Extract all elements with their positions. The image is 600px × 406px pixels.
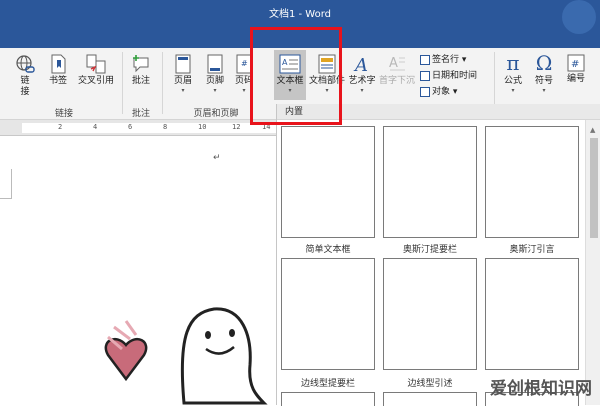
textbox-gallery: 内置 简单文本框 奥斯汀提要栏 奥斯汀引言 边线型提要栏 边线型引述 ▲ <box>276 104 600 406</box>
gallery-item-label: 奥斯汀引言 <box>509 245 555 255</box>
calendar-icon <box>420 70 430 81</box>
document-canvas[interactable]: ↵ <box>0 137 276 405</box>
number-label: 编号 <box>566 74 585 84</box>
link-label: 链 接 <box>20 76 30 97</box>
horizontal-ruler: 2 4 6 8 10 12 14 <box>0 120 276 136</box>
footer-button[interactable]: 页脚 ▾ <box>200 54 230 94</box>
scrollbar-thumb[interactable] <box>590 138 598 238</box>
object-button[interactable]: 对象 ▾ <box>420 85 457 100</box>
bookmark-icon <box>51 54 66 74</box>
link-button[interactable]: 链 接 <box>10 54 40 98</box>
chevron-down-icon: ▾ <box>213 87 217 94</box>
comments-group-label: 批注 <box>131 109 150 119</box>
equation-button[interactable]: π 公式 ▾ <box>498 52 528 94</box>
chevron-down-icon: ▾ <box>542 87 546 94</box>
gallery-item-austin-sidebar[interactable] <box>383 126 477 238</box>
bookmark-label: 书签 <box>48 76 67 86</box>
gallery-item-label: 简单文本框 <box>305 245 351 255</box>
ruler-mark: 12 <box>232 123 241 131</box>
window-title: 文档1 - Word <box>268 9 332 20</box>
svg-text:A: A <box>353 55 368 74</box>
page-margin-corner <box>0 169 12 199</box>
object-icon <box>420 86 430 97</box>
wordart-button[interactable]: A 艺术字 ▾ <box>346 54 378 94</box>
gallery-item-banded-quote[interactable] <box>383 258 477 370</box>
symbol-label: 符号 <box>534 76 553 86</box>
cross-reference-label: 交叉引用 <box>77 76 114 86</box>
number-icon: # <box>567 54 585 72</box>
chevron-down-icon: ▾ <box>511 87 515 94</box>
chevron-down-icon: ▾ <box>459 55 467 65</box>
footer-icon <box>207 54 223 74</box>
wordart-icon: A <box>353 55 368 74</box>
svg-text:#: # <box>571 59 579 70</box>
drop-cap-button[interactable]: A 首字下沉 <box>378 54 416 87</box>
equation-label: 公式 <box>503 76 522 86</box>
scroll-up-icon[interactable]: ▲ <box>590 126 595 134</box>
globe-link-icon <box>16 55 35 73</box>
gallery-item-banded-sidebar[interactable] <box>281 258 375 370</box>
account-avatar[interactable] <box>562 0 596 34</box>
date-time-label: 日期和时间 <box>432 71 478 81</box>
paragraph-mark: ↵ <box>213 153 221 163</box>
cross-reference-icon <box>86 54 106 74</box>
gallery-item[interactable] <box>383 392 477 406</box>
pi-icon: π <box>506 51 520 75</box>
omega-icon: Ω <box>535 51 553 75</box>
number-button[interactable]: # 编号 <box>562 54 590 85</box>
footer-label: 页脚 <box>205 76 224 86</box>
cartoon-sticker <box>104 307 268 405</box>
header-icon <box>175 54 191 74</box>
signature-line-icon <box>420 54 430 65</box>
highlight-box <box>250 27 342 125</box>
drop-cap-label: 首字下沉 <box>378 76 415 86</box>
watermark: 爱创根知识网 <box>490 379 592 399</box>
gallery-item-austin-quote[interactable] <box>485 126 579 238</box>
gallery-scrollbar[interactable]: ▲ <box>585 120 600 405</box>
gallery-item-label: 边线型引述 <box>407 379 453 389</box>
gallery-item[interactable] <box>281 392 375 406</box>
symbol-button[interactable]: Ω 符号 ▾ <box>530 52 558 94</box>
comment-icon <box>133 55 149 73</box>
gallery-item-simple-textbox[interactable] <box>281 126 375 238</box>
ruler-mark: 2 <box>58 123 63 131</box>
ruler-mark: 8 <box>163 123 168 131</box>
links-group-label: 链接 <box>54 109 73 119</box>
chevron-down-icon: ▾ <box>450 87 458 97</box>
comment-label: 批注 <box>131 76 150 86</box>
header-label: 页眉 <box>173 76 192 86</box>
ruler-mark: 10 <box>198 123 207 131</box>
new-comment-button[interactable]: 批注 <box>126 54 156 87</box>
group-divider <box>122 52 123 114</box>
bookmark-button[interactable]: 书签 <box>44 54 72 87</box>
signature-line-button[interactable]: 签名行 ▾ <box>420 53 466 68</box>
svg-text:A: A <box>389 56 398 71</box>
object-label: 对象 <box>432 87 451 97</box>
gallery-item-label: 奥斯汀提要栏 <box>402 245 457 255</box>
gallery-item-label: 边线型提要栏 <box>300 379 355 389</box>
wordart-label: 艺术字 <box>348 76 376 86</box>
signature-line-label: 签名行 <box>432 55 460 65</box>
header-button[interactable]: 页眉 ▾ <box>168 54 198 94</box>
ruler-mark: 4 <box>93 123 98 131</box>
chevron-down-icon: ▾ <box>181 87 185 94</box>
svg-text:#: # <box>241 59 248 68</box>
group-divider <box>162 52 163 114</box>
ruler-mark: 6 <box>128 123 133 131</box>
drop-cap-icon: A <box>389 56 405 71</box>
chevron-down-icon: ▾ <box>360 87 364 94</box>
cross-reference-button[interactable]: 交叉引用 <box>74 54 118 87</box>
gallery-item[interactable] <box>485 258 579 370</box>
date-time-button[interactable]: 日期和时间 <box>420 69 477 84</box>
